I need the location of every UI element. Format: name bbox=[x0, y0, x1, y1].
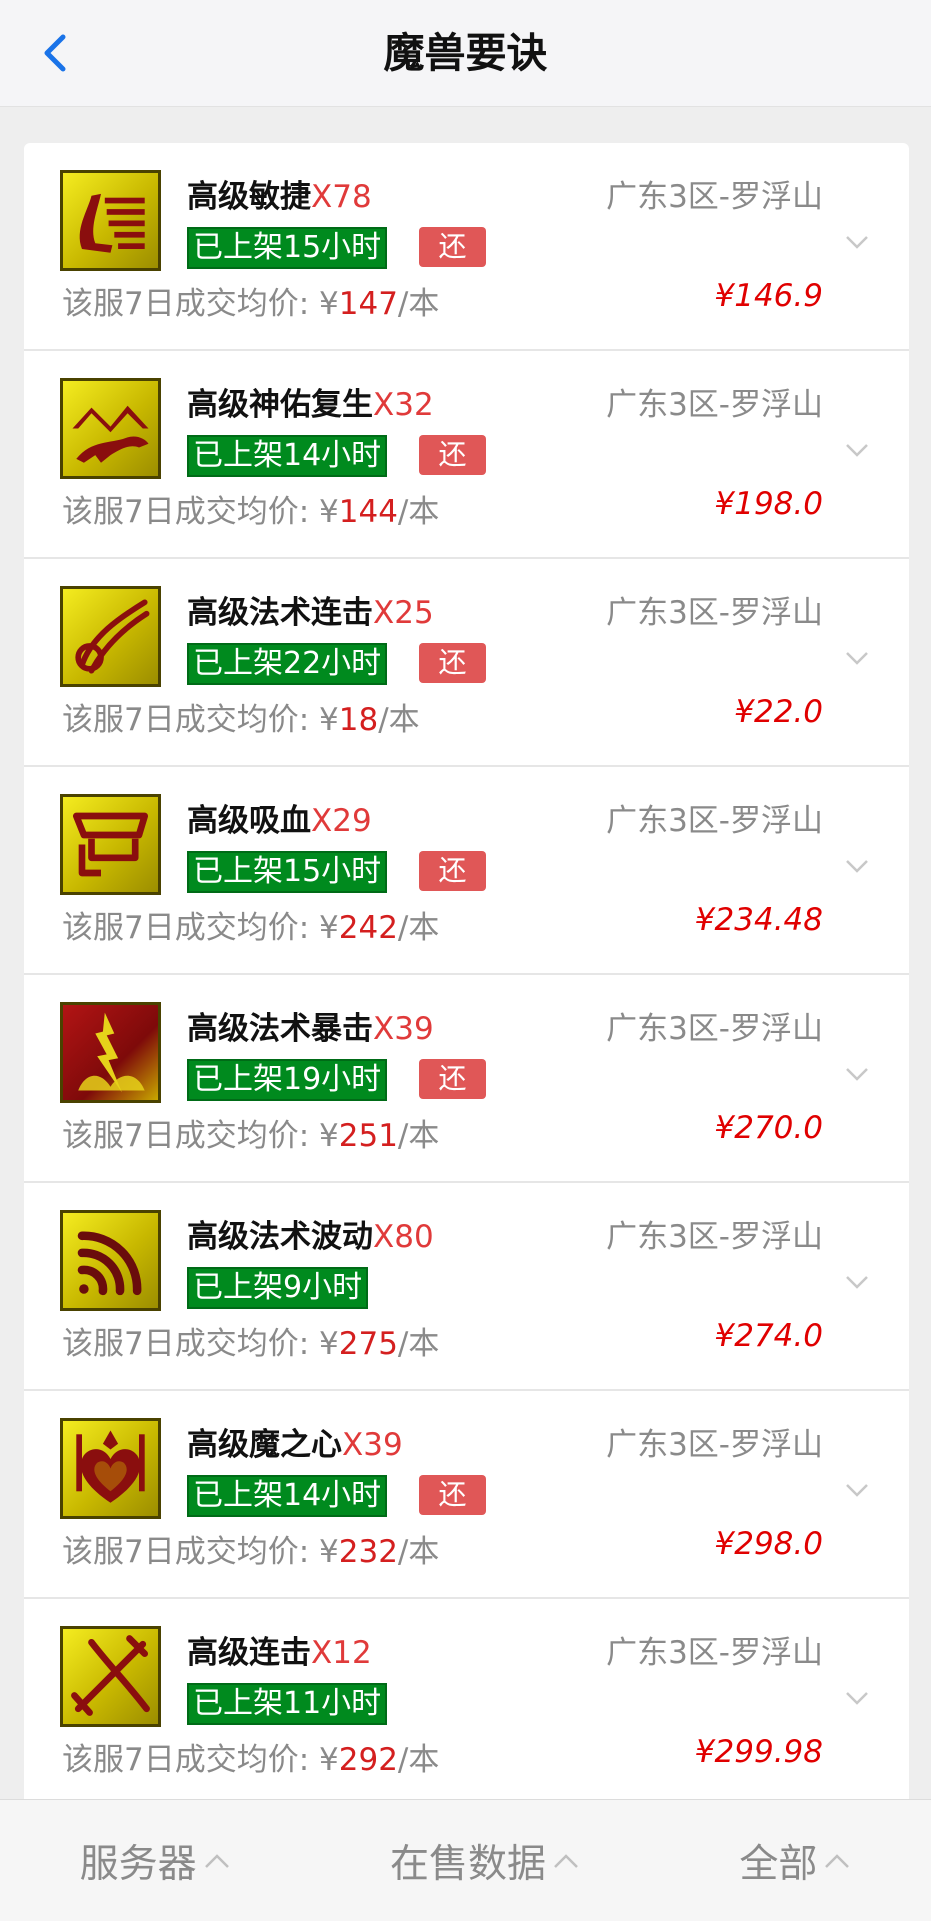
listed-duration-badge: 已上架9小时 bbox=[187, 1267, 369, 1309]
list-item[interactable]: 高级吸血X29 广东3区-罗浮山 已上架15小时 还 该服7日成交均价: ¥24… bbox=[24, 767, 909, 975]
item-name: 高级敏捷X78 bbox=[187, 179, 372, 215]
item-name: 高级神佑复生X32 bbox=[187, 387, 434, 423]
spell-wave-icon bbox=[60, 1210, 161, 1311]
server-label: 广东3区-罗浮山 bbox=[606, 1635, 823, 1671]
item-name: 高级法术暴击X39 bbox=[187, 1011, 434, 1047]
item-price: ¥299.98 bbox=[694, 1734, 823, 1770]
item-price: ¥270.0 bbox=[714, 1110, 823, 1146]
chevron-down-icon[interactable] bbox=[845, 235, 869, 249]
chevron-up-icon bbox=[554, 1853, 578, 1868]
listed-duration-badge: 已上架15小时 bbox=[187, 227, 388, 269]
item-quantity: X39 bbox=[342, 1427, 403, 1463]
item-quantity: X80 bbox=[373, 1219, 434, 1255]
item-quantity: X32 bbox=[373, 387, 434, 423]
chevron-down-icon[interactable] bbox=[845, 1275, 869, 1289]
filter-label: 在售数据 bbox=[389, 1841, 546, 1887]
item-quantity: X25 bbox=[373, 595, 434, 631]
listed-duration-badge: 已上架11小时 bbox=[187, 1683, 388, 1725]
item-price: ¥234.48 bbox=[694, 902, 823, 938]
item-price: ¥198.0 bbox=[714, 486, 823, 522]
spell-combo-icon bbox=[60, 586, 161, 687]
item-name: 高级法术连击X25 bbox=[187, 595, 434, 631]
item-name: 高级法术波动X80 bbox=[187, 1219, 434, 1255]
return-badge: 还 bbox=[419, 435, 486, 475]
chevron-down-icon[interactable] bbox=[845, 1483, 869, 1497]
item-price: ¥298.0 bbox=[714, 1526, 823, 1562]
chevron-down-icon[interactable] bbox=[845, 651, 869, 665]
server-label: 广东3区-罗浮山 bbox=[606, 803, 823, 839]
listing-list: 高级敏捷X78 广东3区-罗浮山 已上架15小时 还 该服7日成交均价: ¥14… bbox=[24, 143, 909, 1920]
item-quantity: X39 bbox=[373, 1011, 434, 1047]
lifesteal-icon bbox=[60, 794, 161, 895]
avg-price-row: 该服7日成交均价: ¥292/本 bbox=[62, 1742, 440, 1778]
listed-duration-badge: 已上架19小时 bbox=[187, 1059, 388, 1101]
item-quantity: X78 bbox=[311, 179, 372, 215]
avg-price-row: 该服7日成交均价: ¥147/本 bbox=[62, 286, 440, 322]
chevron-down-icon[interactable] bbox=[845, 1691, 869, 1705]
server-label: 广东3区-罗浮山 bbox=[606, 1427, 823, 1463]
listed-duration-badge: 已上架14小时 bbox=[187, 435, 388, 477]
avg-price-row: 该服7日成交均价: ¥144/本 bbox=[62, 494, 440, 530]
return-badge: 还 bbox=[419, 643, 486, 683]
listed-duration-badge: 已上架14小时 bbox=[187, 1475, 388, 1517]
item-name: 高级连击X12 bbox=[187, 1635, 372, 1671]
chevron-down-icon[interactable] bbox=[845, 443, 869, 457]
filter-all[interactable]: 全部 bbox=[739, 1833, 851, 1889]
return-badge: 还 bbox=[419, 1059, 486, 1099]
item-quantity: X12 bbox=[311, 1635, 372, 1671]
item-price: ¥274.0 bbox=[714, 1318, 823, 1354]
list-item[interactable]: 高级神佑复生X32 广东3区-罗浮山 已上架14小时 还 该服7日成交均价: ¥… bbox=[24, 351, 909, 559]
list-item[interactable]: 高级魔之心X39 广东3区-罗浮山 已上架14小时 还 该服7日成交均价: ¥2… bbox=[24, 1391, 909, 1599]
divine-revival-icon bbox=[60, 378, 161, 479]
server-label: 广东3区-罗浮山 bbox=[606, 595, 823, 631]
list-item[interactable]: 高级法术波动X80 广东3区-罗浮山 已上架9小时 该服7日成交均价: ¥275… bbox=[24, 1183, 909, 1391]
page-title: 魔兽要诀 bbox=[383, 29, 548, 77]
server-label: 广东3区-罗浮山 bbox=[606, 387, 823, 423]
list-item[interactable]: 高级连击X12 广东3区-罗浮山 已上架11小时 该服7日成交均价: ¥292/… bbox=[24, 1599, 909, 1807]
server-label: 广东3区-罗浮山 bbox=[606, 179, 823, 215]
item-price: ¥146.9 bbox=[714, 278, 823, 314]
item-name: 高级魔之心X39 bbox=[187, 1427, 403, 1463]
avg-price-row: 该服7日成交均价: ¥242/本 bbox=[62, 910, 440, 946]
magic-heart-icon bbox=[60, 1418, 161, 1519]
listed-duration-badge: 已上架15小时 bbox=[187, 851, 388, 893]
listed-duration-badge: 已上架22小时 bbox=[187, 643, 388, 685]
item-quantity: X29 bbox=[311, 803, 372, 839]
chevron-up-icon bbox=[204, 1853, 229, 1868]
avg-price-row: 该服7日成交均价: ¥251/本 bbox=[62, 1118, 440, 1154]
return-badge: 还 bbox=[419, 851, 486, 891]
avg-price-row: 该服7日成交均价: ¥275/本 bbox=[62, 1326, 440, 1362]
return-badge: 还 bbox=[419, 1475, 486, 1515]
item-price: ¥22.0 bbox=[734, 694, 823, 730]
filter-sale-data[interactable]: 在售数据 bbox=[390, 1833, 580, 1889]
filter-bar: 服务器 在售数据 全部 bbox=[0, 1799, 931, 1921]
server-label: 广东3区-罗浮山 bbox=[606, 1011, 823, 1047]
agility-icon bbox=[60, 170, 161, 271]
header: 魔兽要诀 bbox=[0, 0, 931, 107]
return-badge: 还 bbox=[419, 227, 486, 267]
filter-server[interactable]: 服务器 bbox=[80, 1833, 231, 1889]
avg-price-row: 该服7日成交均价: ¥18/本 bbox=[62, 702, 420, 738]
chevron-up-icon bbox=[825, 1853, 850, 1868]
avg-price-row: 该服7日成交均价: ¥232/本 bbox=[62, 1534, 440, 1570]
list-item[interactable]: 高级法术暴击X39 广东3区-罗浮山 已上架19小时 还 该服7日成交均价: ¥… bbox=[24, 975, 909, 1183]
server-label: 广东3区-罗浮山 bbox=[606, 1219, 823, 1255]
spell-critical-icon bbox=[60, 1002, 161, 1103]
filter-label: 全部 bbox=[739, 1841, 818, 1887]
filter-label: 服务器 bbox=[79, 1841, 197, 1887]
chevron-down-icon[interactable] bbox=[845, 859, 869, 873]
list-item[interactable]: 高级法术连击X25 广东3区-罗浮山 已上架22小时 还 该服7日成交均价: ¥… bbox=[24, 559, 909, 767]
item-name: 高级吸血X29 bbox=[187, 803, 372, 839]
list-item[interactable]: 高级敏捷X78 广东3区-罗浮山 已上架15小时 还 该服7日成交均价: ¥14… bbox=[24, 143, 909, 351]
combo-icon bbox=[60, 1626, 161, 1727]
chevron-down-icon[interactable] bbox=[845, 1067, 869, 1081]
